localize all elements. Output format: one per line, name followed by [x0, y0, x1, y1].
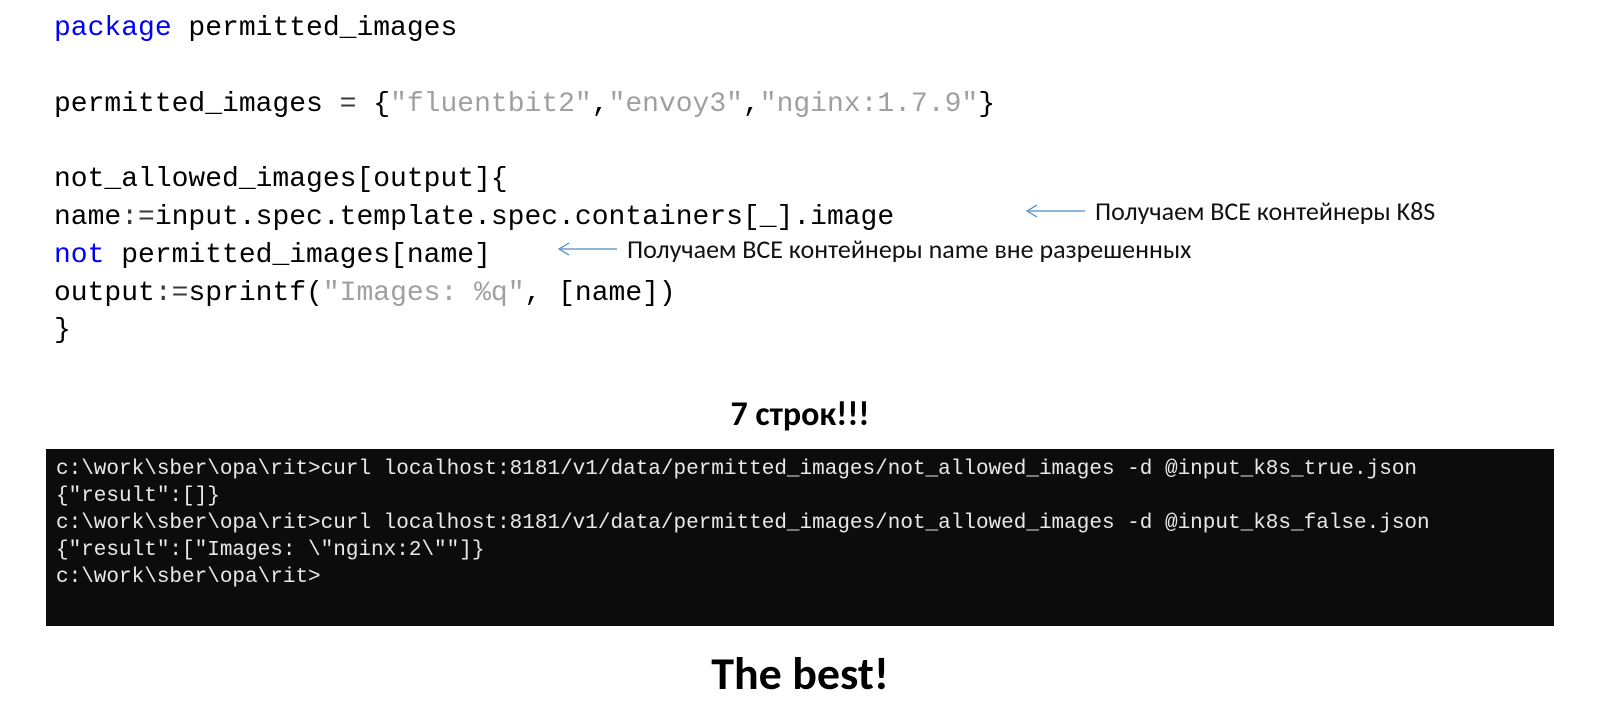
- annotation-text-1: Получаем ВСЕ контейнеры K8S: [1095, 195, 1435, 227]
- annotation-text-2: Получаем ВСЕ контейнеры name вне разреше…: [627, 233, 1191, 265]
- comma: ,: [592, 89, 609, 120]
- keyword-package: package: [54, 13, 172, 44]
- code-text: not_allowed_images[output]: [54, 164, 491, 195]
- string-literal: "nginx:1.7.9": [760, 89, 978, 120]
- brace: }: [978, 89, 995, 120]
- operator-assign: :=: [155, 278, 189, 309]
- string-literal: "fluentbit2": [390, 89, 592, 120]
- code-text: name: [54, 202, 121, 233]
- string-literal: "envoy3": [609, 89, 743, 120]
- brace: }: [54, 315, 71, 346]
- code-text: , [name]): [525, 278, 676, 309]
- code-text: output: [54, 278, 155, 309]
- heading-lines-count: 7 строк!!!: [0, 394, 1600, 435]
- terminal-line: c:\work\sber\opa\rit>: [56, 566, 321, 589]
- terminal-output: c:\work\sber\opa\rit>curl localhost:8181…: [46, 449, 1554, 625]
- terminal-line: c:\work\sber\opa\rit>curl localhost:8181…: [56, 458, 1417, 481]
- heading-the-best: The best!: [0, 646, 1600, 702]
- operator-equals: =: [340, 89, 357, 120]
- code-text: ].image: [777, 202, 895, 233]
- operator-assign: :=: [121, 202, 155, 233]
- code-text: input.spec.template.spec.containers[: [155, 202, 760, 233]
- code-text: sprintf(: [188, 278, 322, 309]
- terminal-line: {"result":["Images: \"nginx:2\""]}: [56, 539, 484, 562]
- terminal-line: {"result":[]}: [56, 485, 220, 508]
- keyword-not: not: [54, 240, 104, 271]
- comma: ,: [743, 89, 760, 120]
- brace: {: [356, 89, 390, 120]
- underscore: _: [760, 202, 777, 233]
- code-text: permitted_images[name]: [104, 240, 490, 271]
- rego-code-block: package permitted_images permitted_image…: [54, 10, 1600, 350]
- terminal-line: c:\work\sber\opa\rit>curl localhost:8181…: [56, 512, 1430, 535]
- code-text: permitted_images: [172, 13, 458, 44]
- code-text: permitted_images: [54, 89, 340, 120]
- string-literal: "Images: %q": [323, 278, 525, 309]
- brace: {: [491, 164, 508, 195]
